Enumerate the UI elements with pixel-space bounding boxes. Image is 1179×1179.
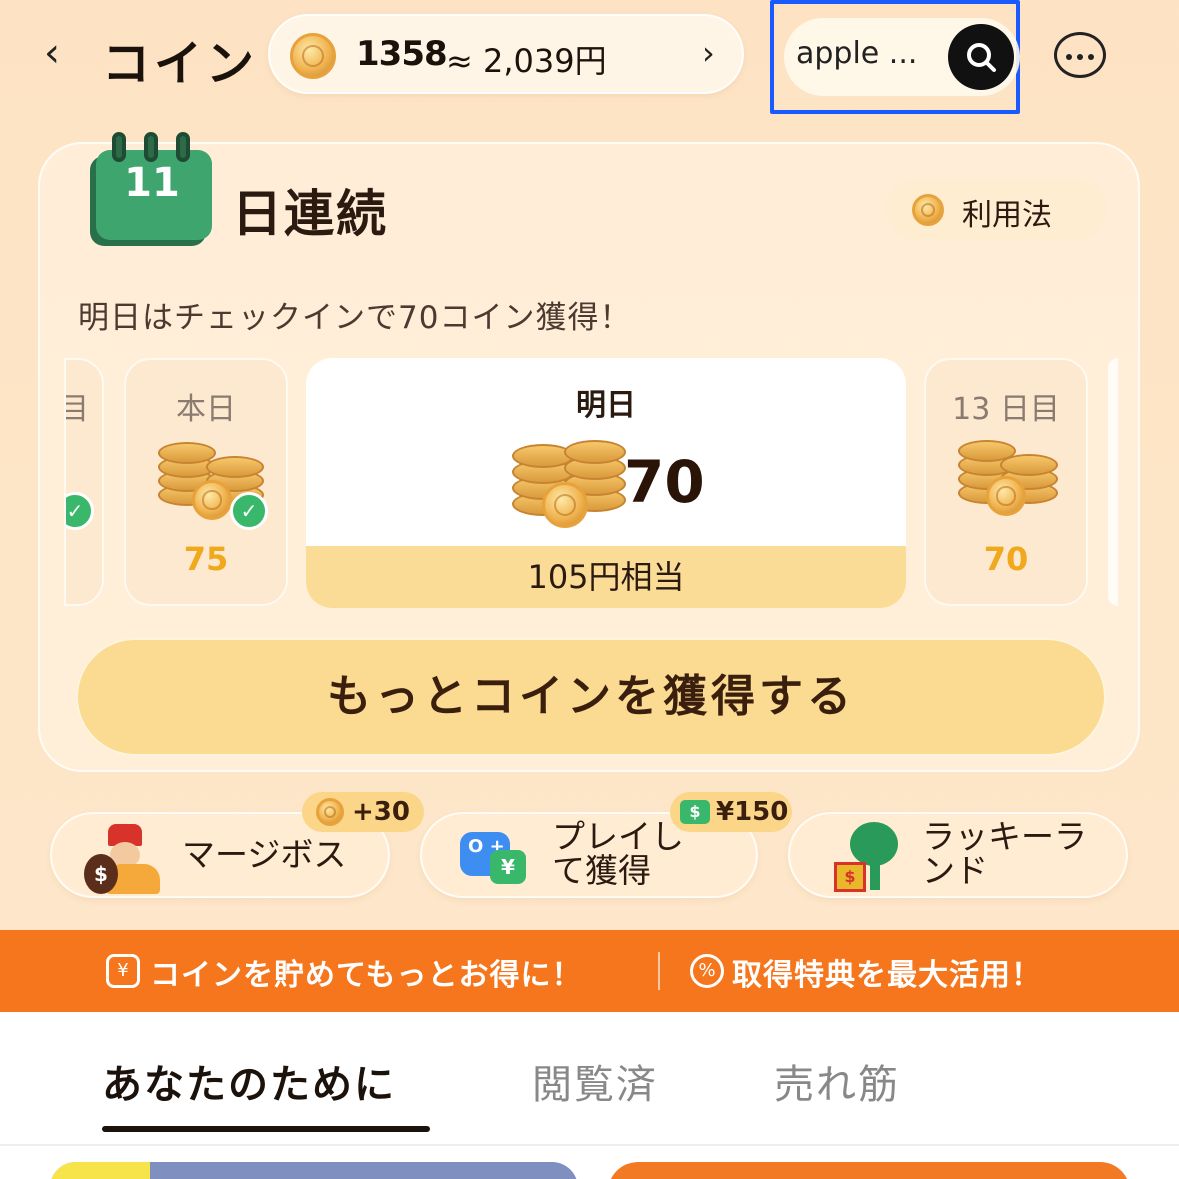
check-icon: ✓: [66, 492, 94, 530]
more-icon: [1066, 54, 1072, 60]
coin-icon: [912, 194, 944, 226]
yen-equivalent: 105円相当: [306, 546, 906, 608]
day-card-13: 13 日目 70: [924, 358, 1088, 606]
day-card-today: 本日 ✓ 75: [124, 358, 288, 606]
day-label: 明日: [576, 388, 636, 423]
search-icon: [967, 43, 996, 72]
page-title: コイン: [102, 36, 259, 92]
coin-yen-value: ≈ 2,039円: [446, 42, 607, 80]
day-value: 70: [624, 448, 705, 516]
checkin-card: 11 日連続 利用法 明日はチェックインで70コイン獲得！ 目 ✓ 本日 ✓ 7…: [38, 132, 1140, 772]
tab-best-sellers[interactable]: 売れ筋: [774, 1052, 900, 1110]
earn-more-coins-button[interactable]: もっとコインを獲得する: [76, 638, 1106, 756]
search-button[interactable]: [948, 24, 1014, 90]
feature-label-line1: プレイし: [552, 817, 684, 856]
promo-left-text: コインを貯めてもっとお得に！: [150, 958, 583, 993]
search-highlight: apple ...: [770, 0, 1020, 114]
usage-label: 利用法: [962, 198, 1052, 233]
lucky-tree-icon: $: [832, 822, 912, 896]
content-tabs: あなたのために 閲覧済 売れ筋: [0, 1012, 1179, 1179]
more-button[interactable]: [1054, 32, 1106, 78]
search-query: apple ...: [796, 36, 918, 71]
coin-balance-button[interactable]: 1358 ≈ 2,039円 ›: [268, 14, 744, 94]
tab-viewed[interactable]: 閲覧済: [532, 1052, 658, 1110]
product-card[interactable]: [608, 1162, 1130, 1179]
day-value: 75: [183, 540, 229, 578]
merge-boss-icon: $: [82, 824, 172, 896]
coin-icon: [316, 798, 344, 826]
feature-label-line2: て獲得: [552, 851, 651, 890]
calendar-icon: 11: [92, 132, 214, 244]
cash-icon: $: [680, 800, 710, 824]
coupon-icon: ¥: [106, 954, 140, 988]
discount-icon: %: [690, 954, 724, 988]
streak-count: 11: [124, 160, 180, 206]
day-label: 13 日目: [952, 392, 1060, 427]
day-label: 本日: [176, 392, 236, 427]
chevron-right-icon: ›: [702, 34, 715, 72]
tab-for-you[interactable]: あなたのために: [102, 1052, 396, 1110]
feature-label-line1: ラッキーラ: [922, 817, 1087, 856]
active-tab-indicator: [102, 1126, 430, 1132]
day-card-next-edge: [1108, 358, 1118, 606]
usage-button[interactable]: 利用法: [886, 178, 1106, 240]
check-icon: ✓: [230, 492, 268, 530]
coin-balance: 1358: [356, 34, 448, 74]
streak-label: 日連続: [232, 185, 388, 243]
coin-icon: [290, 33, 336, 79]
play-to-earn-badge: $ ¥150: [670, 792, 792, 832]
day-value: 70: [983, 540, 1029, 578]
feature-lucky-land[interactable]: $ ラッキーラ ンド: [788, 812, 1128, 898]
game-controller-icon: O + ¥: [460, 830, 530, 886]
search-field[interactable]: apple ...: [784, 18, 1020, 96]
day-card-previous: 目 ✓: [64, 358, 104, 606]
back-button[interactable]: ‹: [44, 30, 84, 76]
day-card-tomorrow: 明日 70 105円相当: [306, 358, 906, 608]
tomorrow-message: 明日はチェックインで70コイン獲得！: [78, 300, 632, 336]
feature-label-line2: ンド: [922, 851, 988, 890]
feature-label: マージボス: [182, 835, 347, 874]
product-card[interactable]: [50, 1162, 578, 1179]
promo-banner: ¥ コインを貯めてもっとお得に！ % 取得特典を最大活用！: [0, 930, 1179, 1012]
merge-boss-badge: +30: [302, 792, 424, 832]
promo-right-text: 取得特典を最大活用！: [732, 958, 1042, 993]
